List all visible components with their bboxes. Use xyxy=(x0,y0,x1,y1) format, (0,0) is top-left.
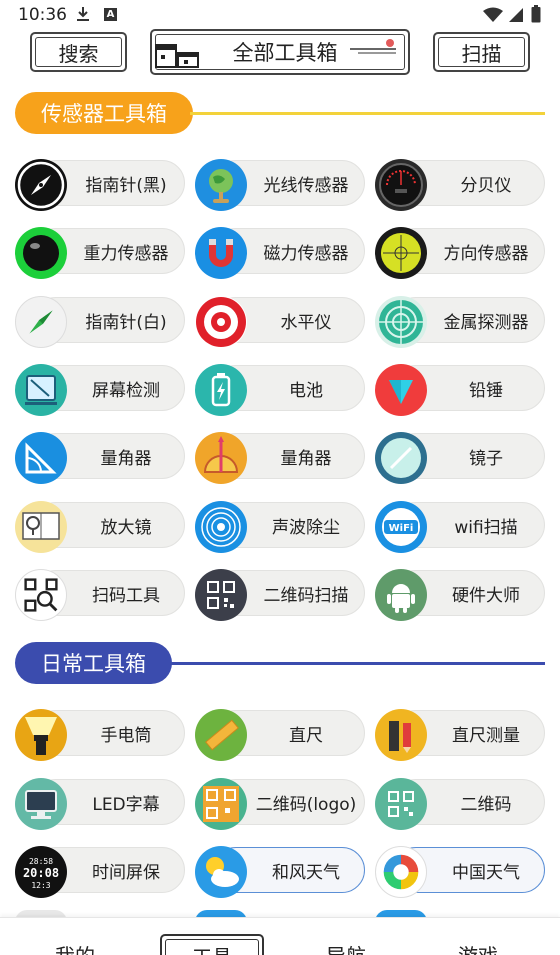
china-weather-icon xyxy=(375,846,427,898)
plumb-bob-icon xyxy=(375,364,427,416)
ruler-icon xyxy=(195,709,247,761)
app-notification-icon: A xyxy=(104,8,117,21)
sensor-section-title: 传感器工具箱 xyxy=(15,92,193,134)
tool-screen-test[interactable]: 屏幕检测 xyxy=(15,364,185,416)
battery-status-icon xyxy=(531,5,541,23)
android-icon xyxy=(375,569,427,621)
nav-my[interactable]: 我的 xyxy=(55,940,95,955)
tool-protractor-2[interactable]: 量角器 xyxy=(195,432,365,484)
tool-gravity-sensor[interactable]: 重力传感器 xyxy=(15,227,185,279)
all-tools-label: 全部工具箱 xyxy=(232,41,338,65)
svg-text:WiFi: WiFi xyxy=(389,523,414,534)
tool-sound-dust[interactable]: 声波除尘 xyxy=(195,501,365,553)
daily-section-title-text: 日常工具箱 xyxy=(41,652,146,676)
sound-wave-icon xyxy=(195,501,247,553)
tool-ruler-measure[interactable]: 直尺测量 xyxy=(375,709,545,761)
tool-flashlight[interactable]: 手电筒 xyxy=(15,709,185,761)
all-tools-button[interactable]: 全部工具箱 xyxy=(150,29,410,75)
magnifier-book-icon xyxy=(15,501,67,553)
screen-test-icon xyxy=(15,364,67,416)
status-time: 10:36 xyxy=(18,5,67,25)
wifi-status-icon xyxy=(483,7,503,22)
tool-time-screensaver[interactable]: 时间屏保 28:58 20:08 12:3 xyxy=(15,846,185,898)
compass-black-icon xyxy=(15,159,67,211)
sensor-section-divider xyxy=(190,112,545,115)
daily-section-divider xyxy=(170,662,545,665)
bottom-navigation: 我的 工具 导航 游戏 xyxy=(0,917,560,955)
monitor-icon xyxy=(15,778,67,830)
tool-qr-scan[interactable]: 二维码扫描 xyxy=(195,569,365,621)
nav-tools-label: 工具 xyxy=(162,941,262,955)
tool-mirror[interactable]: 镜子 xyxy=(375,432,545,484)
status-bar: 10:36 A xyxy=(0,0,560,30)
download-icon xyxy=(77,7,89,21)
nav-navigation[interactable]: 导航 xyxy=(326,940,366,955)
qr-scan-icon xyxy=(195,569,247,621)
decibel-meter-icon xyxy=(375,159,427,211)
tool-battery[interactable]: 电池 xyxy=(195,364,365,416)
scan-button[interactable]: 扫描 xyxy=(433,32,530,72)
tool-plumb-bob[interactable]: 铅锤 xyxy=(375,364,545,416)
angle-ruler-icon xyxy=(195,432,247,484)
tool-china-weather[interactable]: 中国天气 xyxy=(375,846,545,898)
flashlight-icon xyxy=(15,709,67,761)
battery-icon xyxy=(195,364,247,416)
gravity-ball-icon xyxy=(15,227,67,279)
search-button-label: 搜索 xyxy=(58,41,99,66)
tool-direction-sensor[interactable]: 方向传感器 xyxy=(375,227,545,279)
clock-screen-icon: 28:58 20:08 12:3 xyxy=(15,846,67,898)
nav-games[interactable]: 游戏 xyxy=(458,940,498,955)
tool-ruler[interactable]: 直尺 xyxy=(195,709,365,761)
tool-qr-logo[interactable]: 二维码(logo) xyxy=(195,778,365,830)
light-sensor-globe-icon xyxy=(195,159,247,211)
radar-icon xyxy=(375,296,427,348)
sensor-section-title-text: 传感器工具箱 xyxy=(41,102,167,126)
tool-metal-detector[interactable]: 金属探测器 xyxy=(375,296,545,348)
tool-protractor-1[interactable]: 量角器 xyxy=(15,432,185,484)
tool-magnifier[interactable]: 放大镜 xyxy=(15,501,185,553)
scan-button-label: 扫描 xyxy=(461,41,502,66)
daily-section-title: 日常工具箱 xyxy=(15,642,172,684)
mirror-icon xyxy=(375,432,427,484)
weather-sun-cloud-icon xyxy=(195,846,247,898)
tool-hefeng-weather[interactable]: 和风天气 xyxy=(195,846,365,898)
decorative-bar-icon xyxy=(350,39,396,54)
tool-decibel-meter[interactable]: 分贝仪 xyxy=(375,159,545,211)
ruler-pencil-icon xyxy=(375,709,427,761)
tool-compass-black[interactable]: 指南针(黑) xyxy=(15,159,185,211)
tool-compass-white[interactable]: 指南针(白) xyxy=(15,296,185,348)
search-button[interactable]: 搜索 xyxy=(30,32,127,72)
direction-level-icon xyxy=(375,227,427,279)
nav-tools-active[interactable]: 工具 xyxy=(160,934,264,955)
protractor-icon xyxy=(15,432,67,484)
compass-white-icon xyxy=(15,296,67,348)
tool-level[interactable]: 水平仪 xyxy=(195,296,365,348)
tool-scan-code[interactable]: 扫码工具 xyxy=(15,569,185,621)
tool-light-sensor[interactable]: 光线传感器 xyxy=(195,159,365,211)
tool-qr-code[interactable]: 二维码 xyxy=(375,778,545,830)
scan-code-icon xyxy=(15,569,67,621)
clock-line-1: 28:58 xyxy=(29,857,53,866)
qr-code-icon xyxy=(375,778,427,830)
signal-icon xyxy=(509,8,523,22)
magnet-icon xyxy=(195,227,247,279)
qr-logo-icon xyxy=(195,778,247,830)
level-target-icon xyxy=(195,296,247,348)
clock-line-3: 12:3 xyxy=(31,881,50,890)
tool-led-subtitle[interactable]: LED字幕 xyxy=(15,778,185,830)
house-icon xyxy=(155,44,199,68)
header: 搜索 全部工具箱 扫描 xyxy=(0,28,560,78)
tool-magnet-sensor[interactable]: 磁力传感器 xyxy=(195,227,365,279)
tool-hardware-master[interactable]: 硬件大师 xyxy=(375,569,545,621)
clock-line-2: 20:08 xyxy=(23,866,59,880)
wifi-icon: WiFi xyxy=(375,501,427,553)
tool-wifi-scan[interactable]: wifi扫描 WiFi xyxy=(375,501,545,553)
